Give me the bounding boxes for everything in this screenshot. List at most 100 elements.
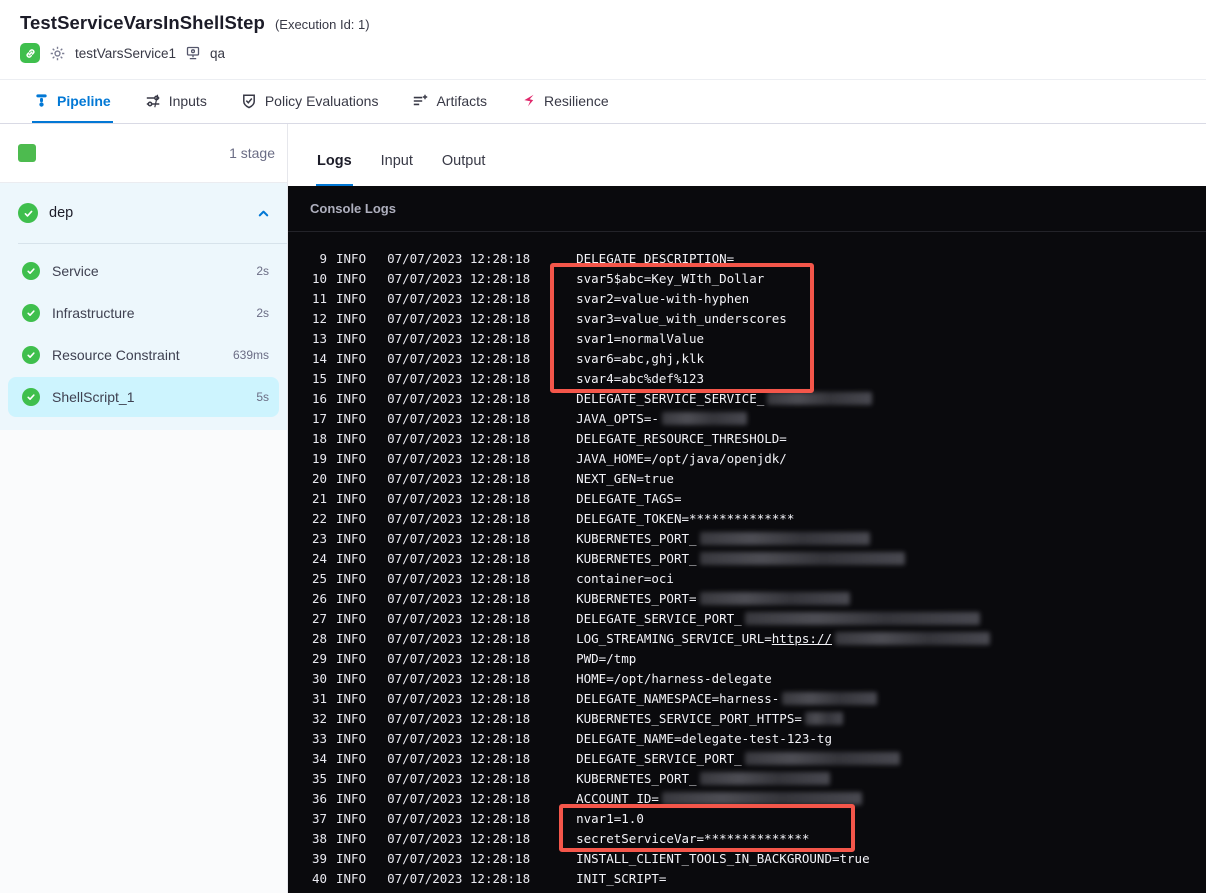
log-level: INFO: [336, 510, 367, 526]
log-level: INFO: [336, 490, 367, 506]
tab-policy-evaluations[interactable]: Policy Evaluations: [239, 80, 381, 123]
step-item-resource-constraint[interactable]: Resource Constraint 639ms: [8, 335, 279, 375]
log-url-link[interactable]: https://: [772, 631, 832, 646]
log-line-40: 40 INFO 07/07/2023 12:28:18 INIT_SCRIPT=: [288, 868, 1206, 888]
console-log-list: 9 INFO 07/07/2023 12:28:18 DELEGATE_DESCRIP…: [288, 232, 1206, 888]
log-level: INFO: [336, 290, 367, 306]
log-level: INFO: [336, 790, 367, 806]
log-message: DELEGATE_RESOURCE_THRESHOLD=: [576, 431, 787, 446]
log-message-text: DELEGATE_SERVICE_SERVICE_: [576, 390, 765, 406]
tab-logs[interactable]: Logs: [316, 153, 353, 186]
log-message: KUBERNETES_PORT_: [576, 530, 870, 546]
step-item-service[interactable]: Service 2s: [8, 251, 279, 291]
log-message-text: svar5$abc=Key_WIth_Dollar: [576, 270, 765, 286]
stage-sidebar: 1 stage dep Service 2s Infrastructure 2s Res…: [0, 124, 288, 893]
log-message: INSTALL_CLIENT_TOOLS_IN_BACKGROUND=true: [576, 851, 870, 866]
log-line-number: 33: [311, 730, 327, 746]
step-success-check-icon: [22, 388, 40, 406]
log-message: DELEGATE_SERVICE_SERVICE_: [576, 390, 873, 406]
log-message-text: KUBERNETES_PORT_: [576, 770, 697, 786]
redacted-value: [744, 611, 980, 625]
log-level: INFO: [336, 330, 367, 346]
step-duration: 639ms: [232, 348, 269, 362]
tab-pipeline[interactable]: Pipeline: [32, 80, 113, 123]
log-message-text: KUBERNETES_PORT=: [576, 590, 697, 606]
log-line-16: 16 INFO 07/07/2023 12:28:18 DELEGATE_SERVIC…: [288, 388, 1206, 408]
log-level: INFO: [336, 690, 367, 706]
log-message: svar2=value-with-hyphen: [576, 291, 749, 306]
log-message: LOG_STREAMING_SERVICE_URL= https://: [576, 631, 990, 646]
tab-inputs[interactable]: Inputs: [143, 80, 209, 123]
log-timestamp: 07/07/2023 12:28:18: [387, 730, 531, 746]
tab-output[interactable]: Output: [441, 153, 487, 186]
tab-label: Policy Evaluations: [264, 92, 379, 109]
log-line-number: 11: [311, 290, 327, 306]
log-line-number: 38: [311, 830, 327, 846]
tab-resilience[interactable]: Resilience: [519, 80, 611, 123]
log-level: INFO: [336, 390, 367, 406]
log-line-33: 33 INFO 07/07/2023 12:28:18 DELEGATE_NAME=d…: [288, 728, 1206, 748]
log-message-text: LOG_STREAMING_SERVICE_URL=: [576, 630, 772, 646]
log-message: KUBERNETES_SERVICE_PORT_HTTPS=: [576, 711, 843, 726]
log-timestamp: 07/07/2023 12:28:18: [387, 830, 531, 846]
log-line-21: 21 INFO 07/07/2023 12:28:18 DELEGATE_TAGS=: [288, 488, 1206, 508]
log-timestamp: 07/07/2023 12:28:18: [387, 270, 531, 286]
log-message: NEXT_GEN=true: [576, 471, 674, 486]
log-line-number: 25: [311, 570, 327, 586]
tab-artifacts[interactable]: Artifacts: [410, 80, 489, 123]
log-level: INFO: [336, 870, 367, 886]
redacted-value: [804, 711, 843, 725]
log-line-number: 22: [311, 510, 327, 526]
log-level: INFO: [336, 610, 367, 626]
step-list: Service 2s Infrastructure 2s Resource Constr…: [0, 244, 287, 430]
log-message-text: svar1=normalValue: [576, 330, 705, 346]
log-line-14: 14 INFO 07/07/2023 12:28:18 svar6=abc,ghj,k…: [288, 348, 1206, 368]
redacted-value: [699, 551, 905, 565]
redacted-value: [699, 771, 830, 785]
log-line-number: 34: [311, 750, 327, 766]
log-timestamp: 07/07/2023 12:28:18: [387, 670, 531, 686]
log-level: INFO: [336, 270, 367, 286]
log-message: JAVA_HOME=/opt/java/openjdk/: [576, 451, 787, 466]
log-line-28: 28 INFO 07/07/2023 12:28:18 LOG_STREAMING_S…: [288, 628, 1206, 648]
log-message-text: DELEGATE_TOKEN=**************: [576, 510, 795, 526]
log-line-number: 19: [311, 450, 327, 466]
log-level: INFO: [336, 730, 367, 746]
log-line-number: 15: [311, 370, 327, 386]
log-line-13: 13 INFO 07/07/2023 12:28:18 svar1=normalVal…: [288, 328, 1206, 348]
log-level: INFO: [336, 770, 367, 786]
log-message-text: DELEGATE_RESOURCE_THRESHOLD=: [576, 430, 787, 446]
stage-group-header[interactable]: dep: [0, 183, 287, 243]
redacted-value: [661, 411, 747, 425]
log-message-text: KUBERNETES_PORT_: [576, 530, 697, 546]
step-duration: 2s: [256, 264, 269, 278]
service-name: testVarsService1: [75, 45, 177, 61]
log-line-number: 12: [311, 310, 327, 326]
log-message-text: NEXT_GEN=true: [576, 470, 674, 486]
tab-label: Inputs: [168, 92, 207, 109]
inputs-icon: [145, 93, 161, 109]
log-line-number: 32: [311, 710, 327, 726]
log-line-23: 23 INFO 07/07/2023 12:28:18 KUBERNETES_PORT…: [288, 528, 1206, 548]
execution-header: TestServiceVarsInShellStep (Execution Id…: [0, 0, 1206, 80]
log-timestamp: 07/07/2023 12:28:18: [387, 630, 531, 646]
log-message: DELEGATE_TOKEN=**************: [576, 511, 794, 526]
artifacts-icon: [412, 93, 428, 109]
log-timestamp: 07/07/2023 12:28:18: [387, 370, 531, 386]
tab-input[interactable]: Input: [380, 153, 414, 186]
step-item-infrastructure[interactable]: Infrastructure 2s: [8, 293, 279, 333]
log-line-number: 28: [311, 630, 327, 646]
pipeline-icon: [34, 93, 49, 108]
log-timestamp: 07/07/2023 12:28:18: [387, 430, 531, 446]
redacted-value: [767, 391, 873, 405]
chevron-up-icon[interactable]: [256, 206, 271, 221]
log-level: INFO: [336, 750, 367, 766]
log-message-text: secretServiceVar=**************: [576, 830, 810, 846]
log-message: DELEGATE_NAMESPACE=harness-: [576, 690, 878, 706]
step-details-panel: Logs Input Output Console Logs 9 INFO 07/07/…: [288, 124, 1206, 893]
log-line-11: 11 INFO 07/07/2023 12:28:18 svar2=value-wit…: [288, 288, 1206, 308]
log-timestamp: 07/07/2023 12:28:18: [387, 470, 531, 486]
step-item-shellscript-1[interactable]: ShellScript_1 5s: [8, 377, 279, 417]
log-message-text: DELEGATE_NAMESPACE=harness-: [576, 690, 780, 706]
log-message: PWD=/tmp: [576, 651, 636, 666]
